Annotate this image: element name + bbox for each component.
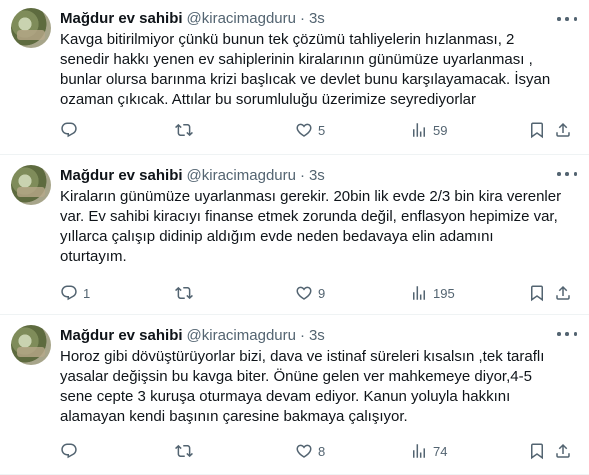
more-icon[interactable] <box>557 12 577 26</box>
avatar[interactable] <box>11 165 51 205</box>
tweet[interactable]: Mağdur ev sahibi @kiracimagduru · 3s Kir… <box>0 155 589 315</box>
tweet-actions: 1 9 195 <box>60 283 573 303</box>
views-count: 74 <box>433 443 448 459</box>
views-count: 195 <box>433 285 455 301</box>
tweet-text: Kavga bitirilmiyor çünkü bunun tek çözüm… <box>60 30 575 110</box>
share-button[interactable] <box>554 283 572 303</box>
views-button[interactable]: 74 <box>410 441 447 461</box>
tweet-actions: 5 59 <box>60 120 573 140</box>
timestamp[interactable]: 3s <box>309 167 325 184</box>
timestamp[interactable]: 3s <box>309 10 325 27</box>
timestamp[interactable]: 3s <box>309 327 325 344</box>
tweet-text-line: oturtayım. <box>60 248 127 265</box>
user-handle[interactable]: @kiracimagduru <box>187 10 296 27</box>
bookmark-icon <box>531 443 543 460</box>
share-icon <box>556 122 570 137</box>
heart-icon <box>296 286 312 300</box>
separator-dot: · <box>299 9 305 27</box>
user-handle[interactable]: @kiracimagduru <box>187 167 296 184</box>
bookmark-icon <box>531 285 543 302</box>
user-name[interactable]: Mağdur ev sahibi <box>60 10 183 27</box>
tweet[interactable]: Mağdur ev sahibi @kiracimagduru · 3s Kav… <box>0 0 589 155</box>
tweet-text-line: var. Ev sahibi kiracıyı finanse etmek zo… <box>60 208 558 225</box>
retweet-button[interactable] <box>175 120 198 140</box>
tweet-text-line: yasalar değişsin bu kavga biter. Önüne g… <box>60 368 532 385</box>
like-count: 8 <box>318 443 326 459</box>
user-name[interactable]: Mağdur ev sahibi <box>60 167 183 184</box>
user-handle[interactable]: @kiracimagduru <box>187 327 296 344</box>
more-icon[interactable] <box>557 167 577 181</box>
share-button[interactable] <box>554 441 572 461</box>
tweet-text-line: ozaman çıkıcak. Attılar bu sorumluluğu ü… <box>60 91 477 108</box>
like-count: 5 <box>318 122 326 138</box>
reply-count: 1 <box>83 285 91 301</box>
views-button[interactable]: 195 <box>410 283 455 303</box>
tweet-text-line: Horoz gibi dövüştürüyorlar bizi, dava ve… <box>60 348 545 365</box>
user-name[interactable]: Mağdur ev sahibi <box>60 327 183 344</box>
retweet-icon <box>175 444 193 458</box>
share-icon <box>556 443 570 458</box>
separator-dot: · <box>299 166 305 184</box>
tweet-text-line: senedir hakkı yenen ev sahiplerinin kira… <box>60 51 533 68</box>
avatar[interactable] <box>11 8 51 48</box>
tweet-text: Horoz gibi dövüştürüyorlar bizi, dava ve… <box>60 347 575 427</box>
retweet-button[interactable] <box>175 441 198 461</box>
tweet-text-line: Kiraların günümüze uyarlanması gerekir. … <box>60 188 562 205</box>
bookmark-button[interactable] <box>528 120 546 140</box>
tweet-text-line: Kavga bitirilmiyor çünkü bunun tek çözüm… <box>60 31 515 48</box>
reply-button[interactable] <box>60 120 83 140</box>
heart-icon <box>296 123 312 137</box>
retweet-button[interactable] <box>175 283 198 303</box>
like-button[interactable]: 8 <box>295 441 325 461</box>
more-icon[interactable] <box>557 327 577 341</box>
reply-icon <box>61 443 77 459</box>
tweet-header: Mağdur ev sahibi @kiracimagduru · 3s <box>60 165 573 185</box>
heart-icon <box>296 444 312 458</box>
views-count: 59 <box>433 122 448 138</box>
like-button[interactable]: 9 <box>295 283 325 303</box>
bookmark-button[interactable] <box>528 441 546 461</box>
separator-dot: · <box>299 326 305 344</box>
tweet-text-line: bunlar olursa barınma krizi başlıcak ve … <box>60 71 551 88</box>
tweet-feed: Mağdur ev sahibi @kiracimagduru · 3s Kav… <box>0 0 589 475</box>
share-icon <box>556 285 570 300</box>
reply-button[interactable] <box>60 441 83 461</box>
reply-icon <box>61 285 77 301</box>
like-button[interactable]: 5 <box>295 120 325 140</box>
retweet-icon <box>175 286 193 300</box>
like-count: 9 <box>318 285 326 301</box>
tweet-text-line: alamayan kendi başının çaresine bakmaya … <box>60 408 408 425</box>
views-icon <box>413 286 425 300</box>
tweet-header: Mağdur ev sahibi @kiracimagduru · 3s <box>60 8 573 28</box>
retweet-icon <box>175 123 193 137</box>
bookmark-icon <box>531 122 543 139</box>
views-icon <box>413 123 425 137</box>
tweet-actions: 8 74 <box>60 441 573 461</box>
tweet-text-line: yıllarca çalışıp didinip aldığım evde ne… <box>60 228 494 245</box>
tweet[interactable]: Mağdur ev sahibi @kiracimagduru · 3s Hor… <box>0 315 589 475</box>
views-icon <box>413 444 425 458</box>
reply-icon <box>61 122 77 138</box>
tweet-text: Kiraların günümüze uyarlanması gerekir. … <box>60 187 575 267</box>
views-button[interactable]: 59 <box>410 120 447 140</box>
share-button[interactable] <box>554 120 572 140</box>
bookmark-button[interactable] <box>528 283 546 303</box>
tweet-text-line: sene cepte 3 kuruşa oturmaya devam ediyo… <box>60 388 511 405</box>
avatar[interactable] <box>11 325 51 365</box>
reply-button[interactable]: 1 <box>60 283 90 303</box>
tweet-header: Mağdur ev sahibi @kiracimagduru · 3s <box>60 325 573 345</box>
